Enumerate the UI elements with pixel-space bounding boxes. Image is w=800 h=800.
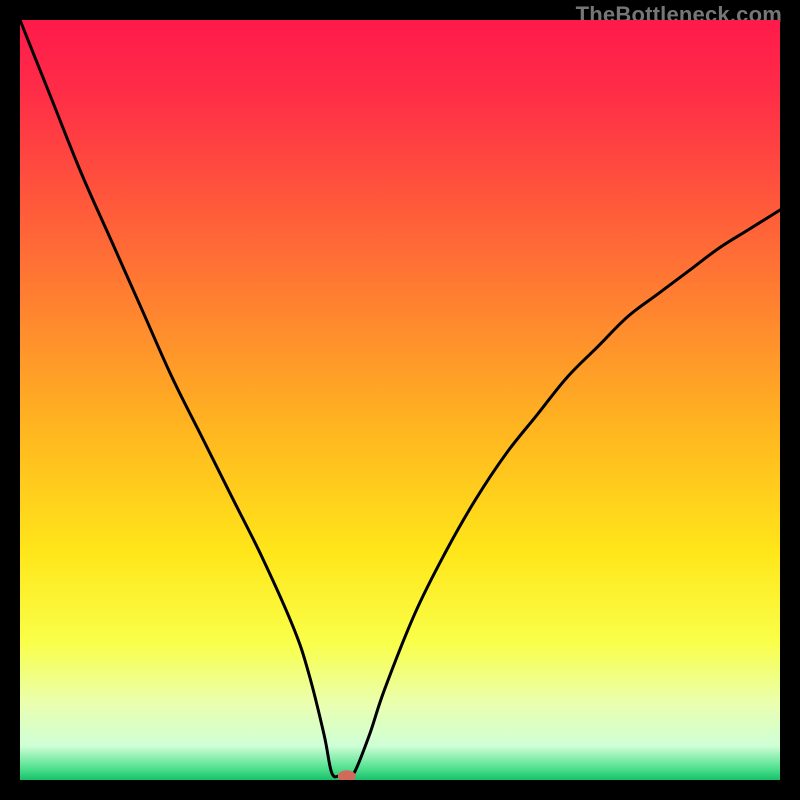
chart-background: [20, 20, 780, 780]
chart-frame: TheBottleneck.com: [0, 0, 800, 800]
plot-area: [20, 20, 780, 780]
chart-svg: [20, 20, 780, 780]
